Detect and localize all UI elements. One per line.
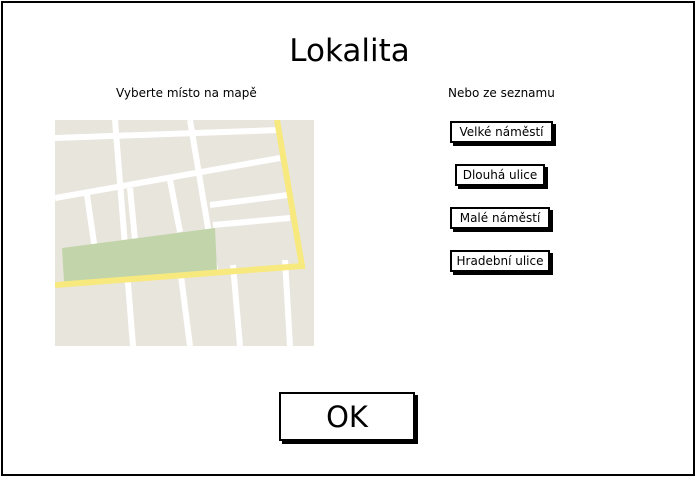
location-map[interactable] [55, 120, 314, 346]
ok-button[interactable]: OK [279, 392, 415, 441]
location-button-male-namesti[interactable]: Malé náměstí [450, 207, 550, 229]
list-caption: Nebo ze seznamu [448, 86, 555, 100]
location-button-hradebni-ulice[interactable]: Hradební ulice [450, 250, 550, 272]
map-caption: Vyberte místo na mapě [116, 86, 257, 100]
location-button-velke-namesti[interactable]: Velké náměstí [450, 121, 553, 143]
dialog-title: Lokalita [289, 33, 410, 69]
location-button-dlouha-ulice[interactable]: Dlouhá ulice [455, 164, 545, 186]
